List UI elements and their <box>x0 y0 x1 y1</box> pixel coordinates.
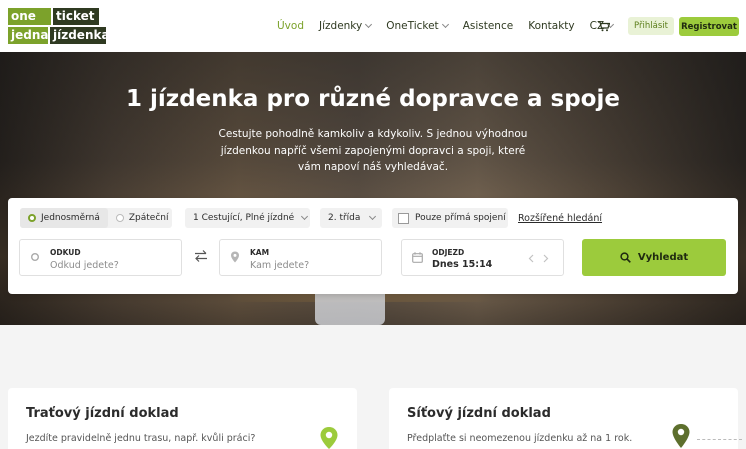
trip-type-return[interactable]: Zpáteční <box>108 208 169 228</box>
from-input[interactable]: Odkud jedete? <box>50 260 119 271</box>
main-nav: Úvod Jízdenky OneTicket Asistence Kontak… <box>277 0 628 52</box>
nav-item-uvod[interactable]: Úvod <box>277 20 304 32</box>
chevron-down-icon <box>365 20 373 29</box>
passengers-select[interactable]: 1 Cestující, Plné jízdné <box>185 208 310 228</box>
class-select[interactable]: 2. třída <box>320 208 382 228</box>
hero-subtitle: Cestujte pohodlně kamkoliv a kdykoliv. S… <box>218 128 528 173</box>
swap-icon[interactable] <box>194 249 208 263</box>
card-title: Traťový jízdní doklad <box>26 406 179 421</box>
network-ticket-card[interactable]: Síťový jízdní doklad Předplaťte si neome… <box>389 388 738 449</box>
site-header: one ticket jedna jízdenka Úvod Jízdenky … <box>0 0 746 52</box>
chevron-left-icon[interactable] <box>528 254 534 263</box>
login-button[interactable]: Přihlásit <box>628 17 674 35</box>
logo-part: ticket <box>53 8 99 25</box>
trip-type-toggle: Jednosměrná Zpáteční <box>20 208 172 228</box>
calendar-icon <box>412 252 423 263</box>
logo[interactable]: one ticket jedna jízdenka <box>8 8 110 44</box>
to-field[interactable]: KAM Kam jedete? <box>219 239 382 276</box>
chevron-right-icon[interactable] <box>543 254 549 263</box>
origin-circle-icon <box>31 253 39 261</box>
nav-item-jizdenky[interactable]: Jízdenky <box>319 20 373 32</box>
nav-item-kontakty[interactable]: Kontakty <box>528 20 574 32</box>
radio-selected-icon <box>28 214 36 222</box>
direct-only-checkbox[interactable]: Pouze přímá spojení <box>392 208 508 228</box>
hero-title: 1 jízdenka pro různé dopravce a spoje <box>126 86 620 112</box>
nav-item-oneticket[interactable]: OneTicket <box>386 20 449 32</box>
route-line-decoration <box>697 439 742 440</box>
to-input[interactable]: Kam jedete? <box>250 260 309 271</box>
location-pin-icon <box>231 251 239 263</box>
register-button[interactable]: Registrovat <box>679 17 739 36</box>
from-field[interactable]: ODKUD Odkud jedete? <box>19 239 182 276</box>
to-label: KAM <box>250 248 270 257</box>
location-pin-icon <box>320 427 338 449</box>
departure-value[interactable]: Dnes 15:14 <box>432 259 492 270</box>
search-button[interactable]: Vyhledat <box>582 239 726 276</box>
cart-icon[interactable] <box>598 21 610 32</box>
radio-icon <box>115 214 124 222</box>
chevron-down-icon <box>441 20 449 29</box>
trip-type-one-way[interactable]: Jednosměrná <box>20 208 108 228</box>
card-text: Jezdíte pravidelně jednu trasu, např. kv… <box>26 433 256 444</box>
logo-part: jízdenka <box>50 27 110 44</box>
departure-field[interactable]: ODJEZD Dnes 15:14 <box>401 239 564 276</box>
chevron-down-icon <box>301 212 309 221</box>
from-label: ODKUD <box>50 248 81 257</box>
logo-part: jedna <box>8 27 48 44</box>
nav-item-asistence[interactable]: Asistence <box>463 20 514 32</box>
chevron-down-icon <box>369 212 377 221</box>
checkbox-icon <box>398 212 409 224</box>
search-icon <box>620 252 631 263</box>
route-ticket-card[interactable]: Traťový jízdní doklad Jezdíte pravidelně… <box>8 388 357 449</box>
departure-label: ODJEZD <box>432 248 465 257</box>
advanced-search-link[interactable]: Rozšířené hledání <box>518 213 602 224</box>
search-card: Jednosměrná Zpáteční 1 Cestující, Plné j… <box>8 198 738 294</box>
card-text: Předplaťte si neomezenou jízdenku až na … <box>407 433 633 444</box>
card-title: Síťový jízdní doklad <box>407 406 551 421</box>
location-pin-icon <box>672 424 690 448</box>
logo-part: one <box>8 8 51 25</box>
